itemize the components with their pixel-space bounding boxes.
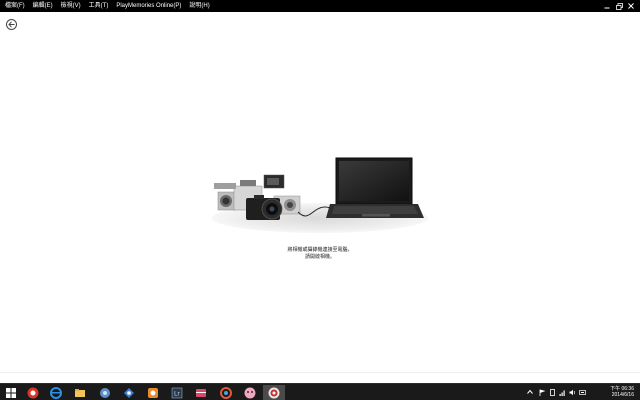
instruction-text: 將相機或攝錄機連接至電腦， 請開啟相機。 <box>250 247 390 261</box>
character-face-icon <box>244 387 256 398</box>
menu-item-tools[interactable]: 工具(T) <box>89 0 114 12</box>
taskbar-app-4[interactable] <box>94 385 116 400</box>
taskbar-app-9[interactable] <box>215 385 237 400</box>
taskbar-app-1[interactable] <box>22 385 44 400</box>
close-button[interactable] <box>625 0 637 12</box>
windows-logo-icon <box>6 387 16 398</box>
taskbar-internet-explorer[interactable] <box>45 385 67 400</box>
folder-icon <box>75 388 85 397</box>
taskbar-app-6[interactable] <box>142 385 164 400</box>
compact-camera-image <box>263 174 285 189</box>
red-circle-app-icon <box>27 387 39 398</box>
globe-icon <box>100 387 110 398</box>
restore-icon <box>615 2 623 10</box>
menu-item-edit[interactable]: 編輯(E) <box>33 0 58 12</box>
device-tray-button[interactable] <box>548 388 556 396</box>
taskbar-clock[interactable]: 下午 06:36 2014/6/16 <box>610 386 634 398</box>
orange-app-icon <box>148 387 158 398</box>
signal-bars-icon <box>559 390 565 396</box>
system-tray: 下午 06:36 2014/6/16 <box>520 384 640 400</box>
menu-item-file[interactable]: 檔案(F) <box>5 0 30 12</box>
instruction-line-2: 請開啟相機。 <box>304 254 335 260</box>
menu-bar: 檔案(F) 編輯(E) 檢視(V) 工具(T) PlayMemories Onl… <box>0 0 640 12</box>
svg-text:Lr: Lr <box>174 390 180 397</box>
volume-button[interactable] <box>568 388 576 396</box>
window-controls <box>601 0 637 12</box>
taskbar-app-5[interactable] <box>118 385 140 400</box>
back-button[interactable] <box>6 19 17 30</box>
connection-diagram-image <box>212 157 428 233</box>
flag-icon <box>539 389 545 396</box>
pink-app-icon <box>196 388 206 397</box>
laptop-image <box>326 157 424 218</box>
mirrorless-camera-image <box>246 195 283 220</box>
lightroom-icon: Lr <box>171 387 183 398</box>
input-method-button[interactable] <box>578 388 586 396</box>
network-button[interactable] <box>558 388 566 396</box>
blue-diamond-app-icon <box>124 387 134 398</box>
instruction-line-1: 將相機或攝錄機連接至電腦， <box>287 247 353 253</box>
chevron-up-icon <box>527 389 533 394</box>
bottom-divider <box>0 372 640 373</box>
show-hidden-icons-button[interactable] <box>526 388 534 396</box>
taskbar-playmemories-home[interactable] <box>263 385 285 400</box>
minimize-icon <box>604 7 610 9</box>
speaker-icon <box>569 389 575 395</box>
menu-item-help[interactable]: 說明(H) <box>189 0 214 12</box>
action-center-button[interactable] <box>538 388 546 396</box>
minimize-button[interactable] <box>601 0 613 12</box>
playmemories-home-icon <box>268 387 280 398</box>
menu-item-playmemories-online[interactable]: PlayMemories Online(P) <box>116 0 186 12</box>
device-icon <box>549 388 555 396</box>
menu-item-view[interactable]: 檢視(V) <box>61 0 86 12</box>
colorful-ring-app-icon <box>220 386 232 399</box>
taskbar-app-lightroom[interactable]: Lr <box>166 385 188 400</box>
restore-button[interactable] <box>613 0 625 12</box>
clock-date: 2014/6/16 <box>611 392 634 398</box>
internet-explorer-icon <box>50 386 62 399</box>
taskbar: Lr 下午 06:36 2014/6/16 <box>0 383 640 400</box>
camera-connect-illustration <box>210 150 430 242</box>
keyboard-icon <box>578 389 586 395</box>
back-arrow-icon <box>8 21 15 28</box>
menu-items: 檔案(F) 編輯(E) 檢視(V) 工具(T) PlayMemories Onl… <box>0 0 218 12</box>
taskbar-file-explorer[interactable] <box>69 385 91 400</box>
taskbar-app-8[interactable] <box>190 385 212 400</box>
start-button[interactable] <box>0 385 22 400</box>
close-icon <box>628 3 634 9</box>
taskbar-app-10[interactable] <box>239 385 261 400</box>
